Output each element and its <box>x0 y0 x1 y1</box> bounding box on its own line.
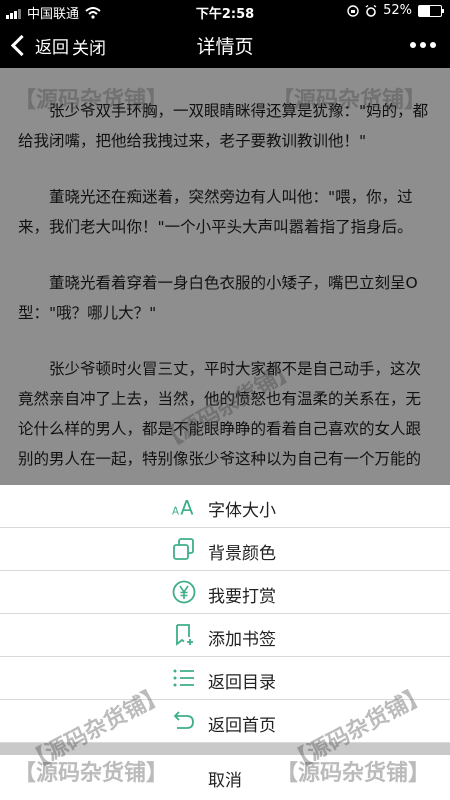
catalog-list-icon <box>172 666 196 690</box>
watermark: 【源码杂货铺】 <box>14 761 169 786</box>
menu-item-background-color[interactable]: 背景颜色 <box>0 528 450 571</box>
menu-item-label: 字体大小 <box>208 501 276 521</box>
dot-icon <box>430 42 436 48</box>
menu-item-label: 返回首页 <box>208 716 276 736</box>
add-bookmark-icon <box>172 623 196 647</box>
battery-percent: 52% <box>383 3 412 18</box>
menu-item-reward[interactable]: 我要打赏 <box>0 571 450 614</box>
dot-icon <box>410 42 416 48</box>
menu-item-add-bookmark[interactable]: 添加书签 <box>0 614 450 657</box>
alarm-icon <box>365 4 377 17</box>
status-bar: 中国联通 下午2:58 52% <box>0 0 450 22</box>
more-options-button[interactable] <box>410 42 436 48</box>
article-content: 张少爷双手环胸，一双眼睛眯得还算是犹豫："妈的，都给我闭嘴，把他给我拽过来，老子… <box>0 68 450 485</box>
svg-text:A: A <box>172 506 179 517</box>
action-sheet: AA 字体大小 背景颜色 我要打赏 添加书签 返回目录 返回首页 取消 【源码杂… <box>0 485 450 800</box>
menu-item-label: 返回目录 <box>208 673 276 693</box>
watermark: 【源码杂货铺】 <box>276 761 431 786</box>
article-paragraph: 董晓光看着穿着一身白色衣服的小矮子，嘴巴立刻呈O型："哦？哪儿大？" <box>18 274 418 322</box>
watermark: 【源码杂货铺】 <box>272 88 427 113</box>
article-paragraph: 董晓光还在痴迷着，突然旁边有人叫他："喂，你，过来，我们老大叫你！"一个小平头大… <box>18 188 413 236</box>
menu-item-label: 我要打赏 <box>208 587 276 607</box>
font-size-icon: AA <box>172 494 196 518</box>
menu-item-label: 添加书签 <box>208 630 276 650</box>
menu-item-font-size[interactable]: AA 字体大小 <box>0 485 450 528</box>
return-home-icon <box>172 709 196 733</box>
menu-item-label: 背景颜色 <box>208 544 276 564</box>
reward-yen-icon <box>172 580 196 604</box>
navigation-bar: 返回 关闭 详情页 <box>0 22 450 68</box>
orientation-lock-icon <box>347 4 359 17</box>
page-title: 详情页 <box>196 36 254 58</box>
svg-text:A: A <box>180 496 194 518</box>
battery-icon <box>418 4 444 17</box>
dot-icon <box>420 42 426 48</box>
watermark: 【源码杂货铺】 <box>14 88 169 113</box>
background-color-icon <box>172 537 196 561</box>
menu-item-catalog[interactable]: 返回目录 <box>0 657 450 700</box>
